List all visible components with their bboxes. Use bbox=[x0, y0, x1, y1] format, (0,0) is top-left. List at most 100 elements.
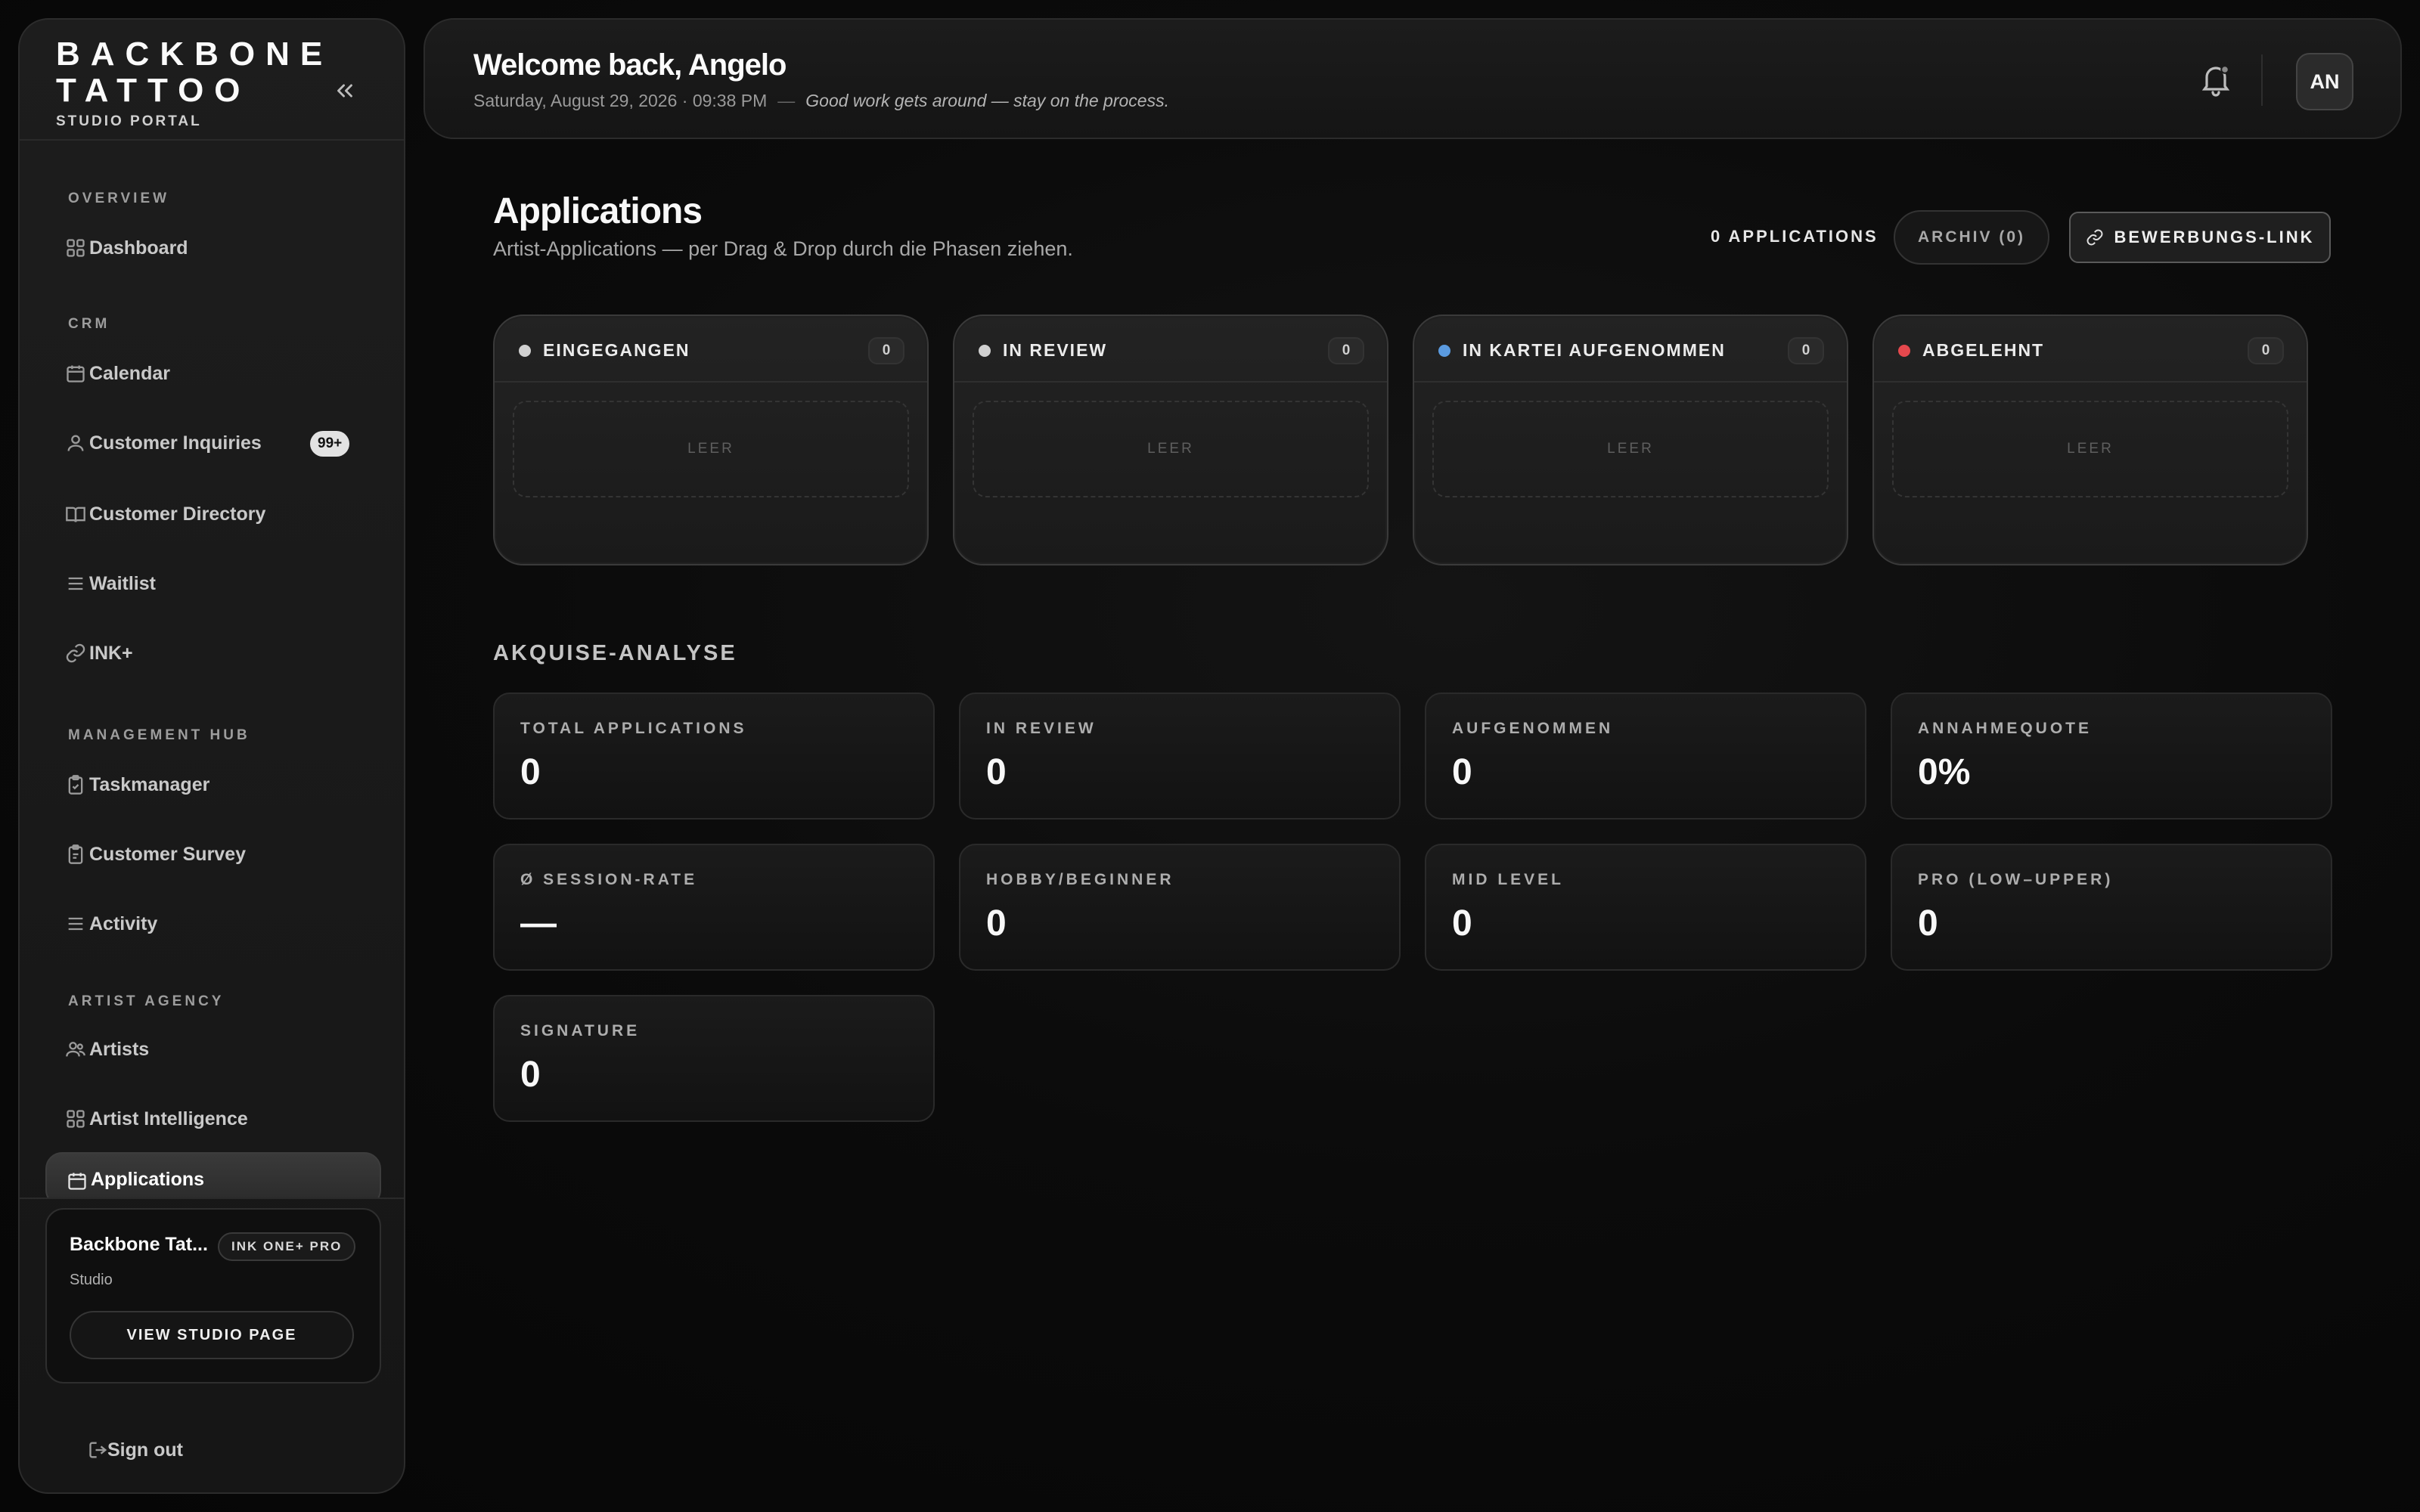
page-subtitle: Artist-Applications — per Drag & Drop du… bbox=[493, 237, 1073, 260]
sidebar-item-ink-plus[interactable]: INK+ bbox=[45, 626, 381, 680]
brand-line-2: TATTOO bbox=[56, 72, 251, 109]
collapse-sidebar-button[interactable] bbox=[324, 70, 366, 112]
stat-pro-low-upper: PRO (LOW–UPPER) 0 bbox=[1891, 844, 2332, 971]
sidebar-item-activity[interactable]: Activity bbox=[45, 897, 381, 951]
section-label-artist-agency: ARTIST AGENCY bbox=[68, 993, 225, 1009]
column-dropzone[interactable]: LEER bbox=[1892, 401, 2288, 497]
column-header: EINGEGANGEN 0 bbox=[495, 316, 927, 383]
sidebar-item-waitlist[interactable]: Waitlist bbox=[45, 556, 381, 611]
brand-line-1: BACKBONE bbox=[56, 36, 334, 73]
column-title: EINGEGANGEN bbox=[543, 340, 690, 360]
header-quote: Good work gets around — stay on the proc… bbox=[805, 91, 1169, 110]
stat-value: 0 bbox=[986, 903, 1007, 943]
page-title: Applications bbox=[493, 191, 703, 231]
stat-total-applications: TOTAL APPLICATIONS 0 bbox=[493, 692, 935, 820]
stat-value: — bbox=[520, 903, 557, 943]
studio-name: Backbone Tat... bbox=[70, 1234, 208, 1255]
calendar-icon bbox=[68, 1173, 86, 1190]
header-subline: Saturday, August 29, 2026 · 09:38 PM — Goo… bbox=[473, 91, 1169, 111]
bewerbungs-link-label: BEWERBUNGS-LINK bbox=[2114, 228, 2315, 246]
column-in-review[interactable]: IN REVIEW 0 LEER bbox=[953, 314, 1388, 565]
sidebar-item-customer-inquiries[interactable]: Customer Inquiries 99+ bbox=[45, 416, 381, 470]
brand-logo[interactable]: BACKBONE TATTOO STUDIO PORTAL bbox=[56, 36, 333, 130]
subline-separator: — bbox=[777, 91, 796, 110]
clipboard-icon bbox=[68, 844, 83, 864]
sidebar-item-customer-survey[interactable]: Customer Survey bbox=[45, 827, 381, 881]
stat-aufgenommen: AUFGENOMMEN 0 bbox=[1425, 692, 1866, 820]
stat-value: 0% bbox=[1918, 752, 1971, 792]
sidebar-item-artists[interactable]: Artists bbox=[45, 1022, 381, 1077]
stat-label: HOBBY/BEGINNER bbox=[986, 871, 1174, 888]
top-header: Welcome back, Angelo Saturday, August 29… bbox=[424, 18, 2402, 139]
notifications-button[interactable] bbox=[2195, 59, 2237, 101]
grid-icon bbox=[67, 1110, 85, 1128]
link-icon bbox=[2086, 229, 2102, 246]
sidebar-item-taskmanager[interactable]: Taskmanager bbox=[45, 758, 381, 812]
stat-session-rate: Ø SESSION-RATE — bbox=[493, 844, 935, 971]
stat-value: 0 bbox=[1918, 903, 1938, 943]
sidebar-divider bbox=[20, 1198, 404, 1199]
sidebar-item-calendar[interactable]: Calendar bbox=[45, 346, 381, 401]
sidebar-item-label: Applications bbox=[91, 1168, 205, 1190]
column-header: IN REVIEW 0 bbox=[954, 316, 1387, 383]
welcome-heading: Welcome back, Angelo bbox=[473, 48, 786, 82]
column-dropzone[interactable]: LEER bbox=[973, 401, 1369, 497]
stat-value: 0 bbox=[1452, 903, 1472, 943]
current-datetime: Saturday, August 29, 2026 · 09:38 PM bbox=[473, 91, 768, 110]
sidebar-item-label: Dashboard bbox=[89, 237, 188, 259]
column-header: IN KARTEI AUFGENOMMEN 0 bbox=[1414, 316, 1847, 383]
bewerbungs-link-button[interactable]: BEWERBUNGS-LINK bbox=[2069, 212, 2331, 263]
stat-hobby-beginner: HOBBY/BEGINNER 0 bbox=[959, 844, 1401, 971]
sidebar: BACKBONE TATTOO STUDIO PORTAL OVERVIEW D… bbox=[18, 18, 405, 1494]
stat-label: ANNAHMEQUOTE bbox=[1918, 720, 2092, 737]
sidebar-item-label: Artist Intelligence bbox=[89, 1108, 248, 1129]
sidebar-item-applications[interactable]: Applications bbox=[45, 1152, 381, 1199]
column-title: IN KARTEI AUFGENOMMEN bbox=[1463, 340, 1726, 360]
sidebar-item-label: Customer Inquiries bbox=[89, 432, 262, 454]
applications-count: 0 APPLICATIONS bbox=[1711, 227, 1879, 246]
status-dot bbox=[519, 345, 531, 357]
stat-value: 0 bbox=[1452, 752, 1472, 792]
column-count: 0 bbox=[1328, 337, 1364, 364]
bell-icon bbox=[2201, 65, 2230, 97]
link-icon bbox=[66, 643, 85, 663]
stat-value: 0 bbox=[986, 752, 1007, 792]
column-in-kartei-aufgenommen[interactable]: IN KARTEI AUFGENOMMEN 0 LEER bbox=[1413, 314, 1848, 565]
status-dot bbox=[1438, 345, 1450, 357]
stat-label: SIGNATURE bbox=[520, 1022, 641, 1040]
column-eingegangen[interactable]: EINGEGANGEN 0 LEER bbox=[493, 314, 929, 565]
sidebar-item-dashboard[interactable]: Dashboard bbox=[45, 221, 381, 275]
sidebar-item-label: Artists bbox=[89, 1038, 150, 1060]
view-studio-page-button[interactable]: VIEW STUDIO PAGE bbox=[70, 1311, 354, 1359]
column-count: 0 bbox=[868, 337, 904, 364]
stat-signature: SIGNATURE 0 bbox=[493, 995, 935, 1122]
avatar[interactable]: AN bbox=[2296, 53, 2353, 110]
sidebar-item-customer-directory[interactable]: Customer Directory bbox=[45, 487, 381, 541]
studio-card: Backbone Tat... INK ONE+ PRO Studio VIEW… bbox=[45, 1208, 381, 1383]
sidebar-item-label: Customer Survey bbox=[89, 843, 247, 865]
stat-label: PRO (LOW–UPPER) bbox=[1918, 871, 2114, 888]
column-dropzone[interactable]: LEER bbox=[1432, 401, 1829, 497]
sidebar-item-label: Calendar bbox=[89, 362, 170, 384]
sidebar-item-label: Activity bbox=[89, 912, 158, 934]
section-label-overview: OVERVIEW bbox=[68, 191, 170, 206]
section-label-crm: CRM bbox=[68, 316, 110, 332]
column-abgelehnt[interactable]: ABGELEHNT 0 LEER bbox=[1872, 314, 2308, 565]
archiv-button[interactable]: ARCHIV (0) bbox=[1894, 210, 2049, 265]
sign-out-button[interactable]: Sign out bbox=[45, 1427, 381, 1473]
column-title: ABGELEHNT bbox=[1922, 340, 2045, 360]
sidebar-item-label: Customer Directory bbox=[89, 503, 266, 525]
plan-badge: INK ONE+ PRO bbox=[218, 1232, 356, 1261]
book-icon bbox=[66, 507, 85, 522]
column-dropzone[interactable]: LEER bbox=[513, 401, 909, 497]
stat-in-review: IN REVIEW 0 bbox=[959, 692, 1401, 820]
sidebar-item-label: INK+ bbox=[89, 642, 133, 664]
sidebar-nav[interactable]: OVERVIEW Dashboard CRM Calendar Customer… bbox=[20, 141, 404, 1199]
sidebar-item-artist-intelligence[interactable]: Artist Intelligence bbox=[45, 1092, 381, 1146]
column-title: IN REVIEW bbox=[1003, 340, 1108, 360]
akquise-analyse-heading: AKQUISE-ANALYSE bbox=[493, 641, 737, 665]
sign-out-icon bbox=[89, 1442, 107, 1458]
stat-label: IN REVIEW bbox=[986, 720, 1097, 737]
user-icon bbox=[67, 435, 84, 451]
column-count: 0 bbox=[2248, 337, 2284, 364]
